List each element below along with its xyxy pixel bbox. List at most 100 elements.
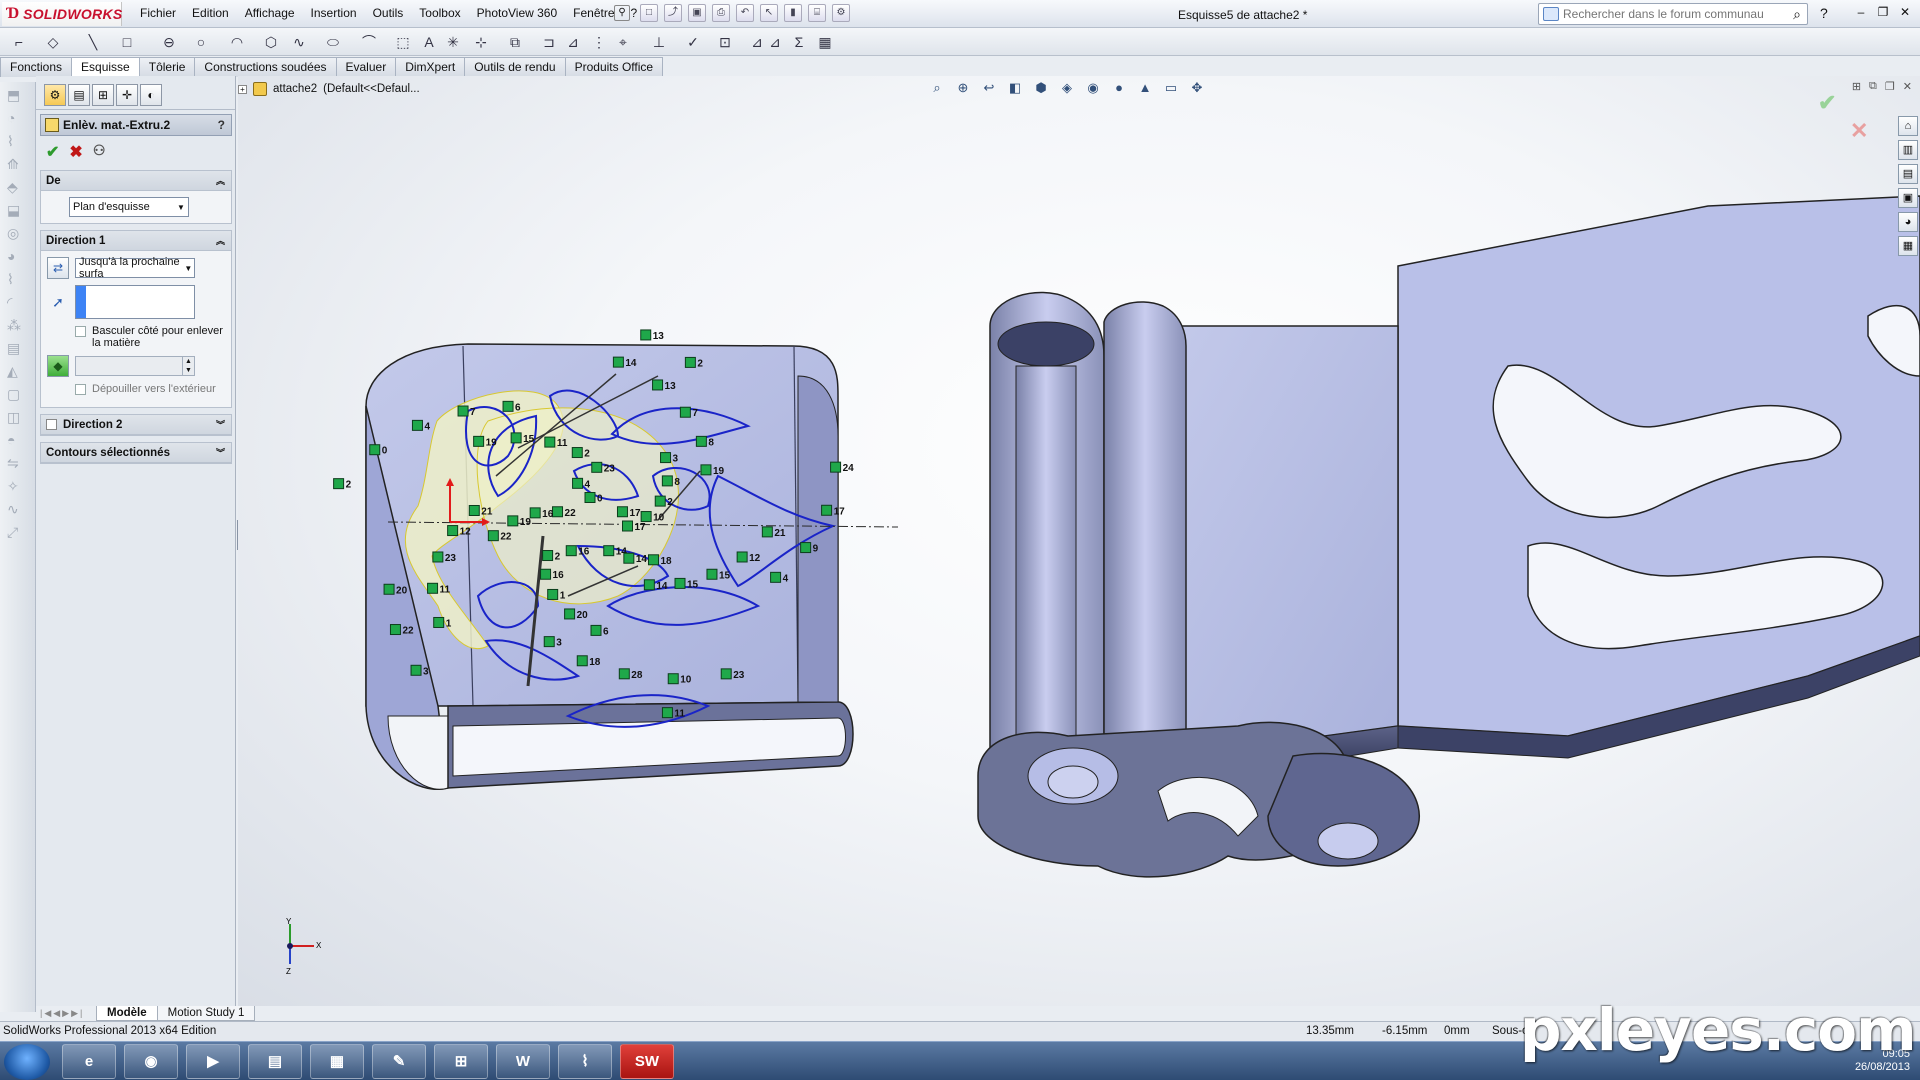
viewport-restore-icon[interactable]: ❐ — [1885, 80, 1895, 93]
smart-dimension-icon[interactable]: ◇ — [44, 33, 62, 51]
save-icon[interactable]: ▣ — [688, 4, 706, 22]
preview-glasses-icon[interactable]: ⚇ — [93, 142, 106, 164]
group-direction2-header[interactable]: Direction 2 ︾ — [41, 415, 231, 435]
solidworks-resources-icon[interactable]: ⌂ — [1898, 116, 1918, 136]
pin-menu-icon[interactable]: ⚲ — [614, 5, 630, 21]
plane-icon[interactable]: ⬚ — [394, 33, 412, 51]
swept-cut-icon[interactable]: ⌇ — [7, 271, 25, 289]
edit-appearance-icon[interactable]: ● — [1110, 79, 1128, 97]
start-button-icon[interactable] — [4, 1044, 50, 1080]
viewport-split-icon[interactable]: ⊞ — [1852, 80, 1861, 93]
reference-geometry-icon[interactable]: ✧ — [7, 478, 25, 496]
search-icon[interactable]: ⌕ — [1793, 6, 1801, 23]
relation-marker[interactable] — [640, 511, 652, 523]
menu-toolbox[interactable]: Toolbox — [411, 6, 468, 20]
relation-marker[interactable] — [800, 542, 812, 554]
menu-photoview[interactable]: PhotoView 360 — [469, 6, 566, 20]
restore-icon[interactable]: ❐ — [1874, 4, 1892, 20]
relation-marker[interactable] — [487, 530, 499, 542]
undo-icon[interactable]: ↶ — [736, 4, 754, 22]
relation-marker[interactable] — [661, 707, 673, 719]
quick-snaps-icon[interactable]: ⊡ — [716, 33, 734, 51]
relation-marker[interactable] — [821, 504, 833, 516]
convert-entities-icon[interactable]: ⧉ — [506, 33, 524, 51]
curves-icon[interactable]: ∿ — [7, 501, 25, 519]
relation-marker[interactable] — [502, 400, 514, 412]
relation-marker[interactable] — [427, 582, 439, 594]
relation-marker[interactable] — [591, 461, 603, 473]
cancel-x-icon[interactable]: ✕ — [1850, 118, 1868, 144]
tab-constructions-soudees[interactable]: Constructions soudées — [194, 57, 337, 77]
relation-marker[interactable] — [410, 664, 422, 676]
relation-marker[interactable] — [618, 668, 630, 680]
group-from-header[interactable]: De ︽ — [41, 171, 231, 191]
ok-check-icon[interactable]: ✔ — [46, 142, 59, 164]
relation-marker[interactable] — [616, 506, 628, 518]
sigma-icon[interactable]: Σ — [790, 33, 808, 51]
relation-marker[interactable] — [623, 552, 635, 564]
display-style-icon[interactable]: ◈ — [1058, 79, 1076, 97]
tab-modele[interactable]: Modèle — [96, 1006, 158, 1021]
revolved-cut-icon[interactable]: ◕ — [7, 248, 25, 266]
options-icon[interactable]: ⚙ — [832, 4, 850, 22]
file-properties-icon[interactable]: ⌸ — [808, 4, 826, 22]
relation-marker[interactable] — [544, 436, 556, 448]
graphics-area[interactable]: 17 2 23 14 21 19 3 6 4 20 2 11 22 10 16 2 15 12 8 18 7 9 22 13 1… — [238, 76, 1920, 1006]
apply-scene-icon[interactable]: ▲ — [1136, 79, 1154, 97]
fillet-feature-icon[interactable]: ◜ — [7, 294, 25, 312]
relation-marker[interactable] — [647, 554, 659, 566]
model-view[interactable]: 172231421193642021122 1016215128187922131… — [238, 76, 1920, 1006]
tab-dimxpert[interactable]: DimXpert — [395, 57, 466, 77]
relation-marker[interactable] — [603, 545, 615, 557]
viewport-close-icon[interactable]: ✕ — [1903, 80, 1912, 93]
dome-icon[interactable]: ◓ — [7, 432, 25, 450]
revolve-icon[interactable]: ◔ — [7, 110, 25, 128]
close-icon[interactable]: ✕ — [1896, 4, 1914, 20]
menu-outils[interactable]: Outils — [365, 6, 412, 20]
relation-marker[interactable] — [612, 356, 624, 368]
relation-marker[interactable] — [679, 406, 691, 418]
relation-marker[interactable] — [547, 588, 559, 600]
group-direction1-header[interactable]: Direction 1 ︽ — [41, 231, 231, 251]
relation-marker[interactable] — [654, 495, 666, 507]
relation-marker[interactable] — [552, 506, 564, 518]
relation-marker[interactable] — [660, 452, 672, 464]
relation-marker[interactable] — [830, 461, 842, 473]
view-palette-icon[interactable]: ▣ — [1898, 188, 1918, 208]
relations-icon[interactable]: ⊥ — [650, 33, 668, 51]
relation-marker[interactable] — [333, 478, 345, 490]
draft-angle-spinner[interactable]: ▲ ▼ — [75, 356, 195, 376]
relation-marker[interactable] — [761, 526, 773, 538]
feature-manager-tab-icon[interactable]: ⚙ — [44, 84, 66, 106]
open-document-icon[interactable]: ⤴ — [664, 4, 682, 22]
viewport-minimize-icon[interactable]: ⧉ — [1869, 80, 1877, 93]
tree-root-name[interactable]: attache2 — [273, 83, 317, 95]
fillet-icon[interactable]: ⌒ — [360, 33, 378, 51]
relation-marker[interactable] — [706, 568, 718, 580]
dimxpert-manager-tab-icon[interactable]: ✛ — [116, 84, 138, 106]
linear-pattern-icon[interactable]: ⋮ — [590, 33, 608, 51]
extruded-cut-icon[interactable]: ⬓ — [7, 202, 25, 220]
relation-marker[interactable] — [695, 435, 707, 447]
draft-on-off-icon[interactable]: ◆ — [47, 355, 69, 377]
move-icon[interactable]: ✥ — [1188, 79, 1206, 97]
move-entities-icon[interactable]: ⌖ — [614, 33, 632, 51]
instant3d-icon[interactable]: ⤢ — [7, 524, 25, 542]
relation-marker[interactable] — [720, 668, 732, 680]
relation-marker[interactable] — [584, 492, 596, 503]
view-orientation-icon[interactable]: ⬢ — [1032, 79, 1050, 97]
sweep-icon[interactable]: ⌇ — [7, 133, 25, 151]
mirror-feature-icon[interactable]: ⇋ — [7, 455, 25, 473]
tab-nav-arrows-icon[interactable]: |◀◀▶▶| — [36, 1006, 96, 1021]
mirror-icon[interactable]: ⊿ — [564, 33, 582, 51]
file-explorer-icon[interactable]: ▤ — [248, 1044, 302, 1079]
property-manager-tab-icon[interactable]: ▤ — [68, 84, 90, 106]
help-icon[interactable]: ? — [1820, 5, 1828, 21]
relation-marker[interactable] — [700, 464, 712, 476]
tab-outils-de-rendu[interactable]: Outils de rendu — [464, 57, 566, 77]
draft-outward-option[interactable]: Dépouiller vers l'extérieur — [75, 383, 225, 395]
search-input[interactable] — [1563, 7, 1763, 21]
relation-marker[interactable] — [543, 636, 555, 648]
configuration-manager-tab-icon[interactable]: ⊞ — [92, 84, 114, 106]
appearances-icon[interactable]: ◕ — [1898, 212, 1918, 232]
